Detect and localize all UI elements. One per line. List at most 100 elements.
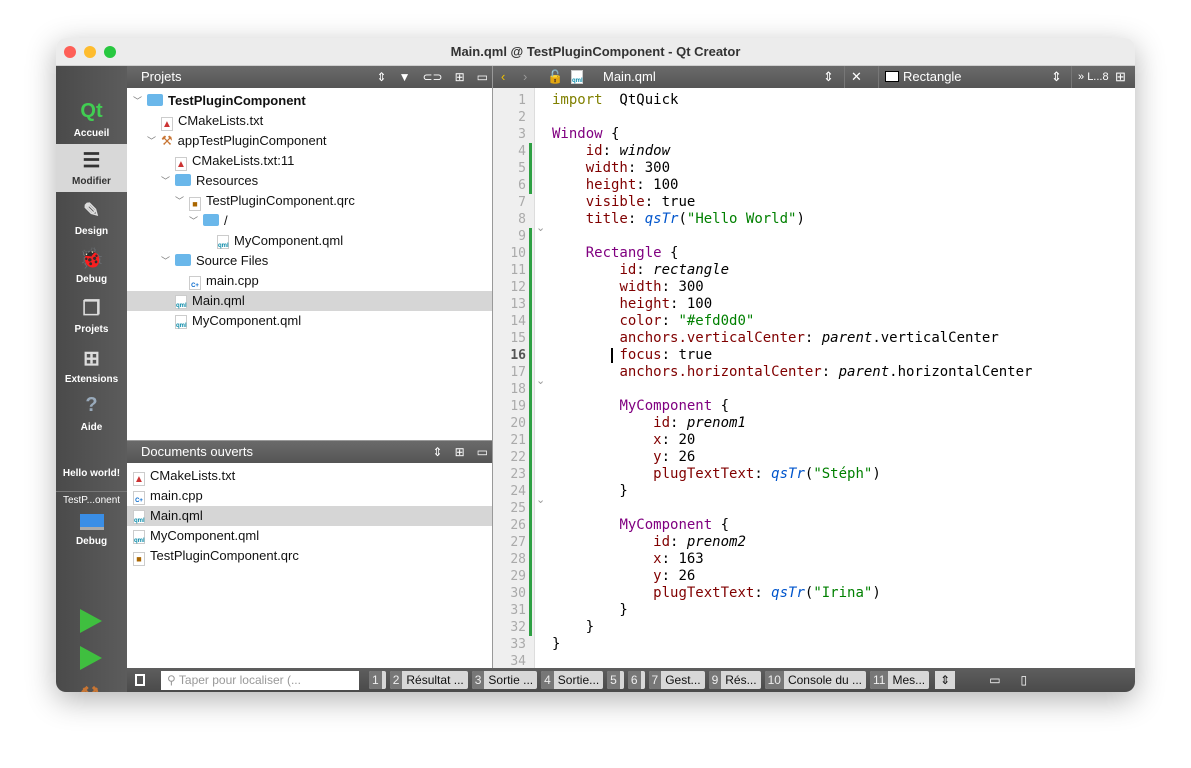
tree-item[interactable]: C+ main.cpp: [127, 271, 492, 291]
progress-toggle-icon[interactable]: ▭: [989, 673, 1000, 687]
projects-folder-icon: ❐: [82, 298, 101, 320]
code-line: MyComponent {: [552, 398, 729, 415]
split-icon[interactable]: ⊞: [455, 441, 465, 463]
mode-label: Modifier: [72, 176, 111, 187]
run-button[interactable]: [80, 609, 102, 633]
tree-item-label: main.cpp: [150, 488, 203, 503]
code-line: color: "#efd0d0": [552, 313, 754, 330]
more-tabs-icon[interactable]: ⇕: [935, 671, 956, 689]
tree-item[interactable]: ﹀ ⚒ appTestPluginComponent: [127, 131, 492, 151]
tree-item[interactable]: ﹀ /: [127, 211, 492, 231]
split-editor-icon[interactable]: ⊞: [1115, 66, 1126, 88]
mode-design[interactable]: ✎ Design: [56, 194, 127, 242]
code-token: {: [661, 245, 679, 261]
tree-item[interactable]: qml Main.qml: [127, 506, 492, 526]
output-tab[interactable]: 2 Résultat ...: [389, 671, 468, 689]
cmake-icon: ▲: [175, 157, 187, 171]
open-documents-pane: Documents ouverts ⇕ ⊞ ▭ ▲ CMakeLists.txt C+ m…: [127, 440, 493, 668]
change-marker: [529, 602, 532, 619]
fold-chevron-icon[interactable]: ⌄: [536, 493, 545, 506]
toggle-sidebar-icon[interactable]: [135, 674, 145, 686]
mode-label: Debug: [75, 274, 108, 285]
mode-extensions[interactable]: ⊞ Extensions: [56, 342, 127, 390]
code-token: }: [552, 619, 595, 635]
code-line: id: prenom2: [552, 534, 746, 551]
file-selector[interactable]: Main.qml: [603, 66, 656, 88]
tree-item[interactable]: ﹀ ■ TestPluginComponent.qrc: [127, 191, 492, 211]
debug-run-button[interactable]: [80, 646, 102, 670]
line-indicator[interactable]: » L...8: [1071, 66, 1109, 88]
forward-icon[interactable]: ›: [523, 66, 527, 88]
symbol-chevron-icon[interactable]: ⇕: [1051, 66, 1062, 88]
tree-item[interactable]: ▲ CMakeLists.txt: [127, 111, 492, 131]
output-tab[interactable]: 7 Gest...: [648, 671, 705, 689]
chevron-down-icon[interactable]: ﹀: [147, 131, 156, 151]
code-area[interactable]: import QtQuick Window { id: window width:…: [552, 88, 1135, 668]
minimize-window-button[interactable]: [84, 46, 96, 58]
chevron-down-icon[interactable]: ﹀: [175, 191, 184, 211]
close-file-icon[interactable]: ✕: [844, 66, 862, 88]
target-selector[interactable]: TestP...onent: [56, 491, 127, 506]
file-chevron-icon[interactable]: ⇕: [823, 66, 834, 88]
tree-item[interactable]: ﹀ Source Files: [127, 251, 492, 271]
line-number: 21: [510, 433, 526, 448]
close-pane-icon[interactable]: ▭: [477, 441, 488, 463]
tree-item[interactable]: ■ TestPluginComponent.qrc: [127, 546, 492, 566]
tree-item[interactable]: ﹀ TestPluginComponent: [127, 91, 492, 111]
mode-bar: Hello world! TestP...onent Debug ⚒ Qt Acc…: [56, 66, 127, 692]
split-icon[interactable]: ⊞: [455, 66, 465, 88]
mode-debug[interactable]: 🐞 Debug: [56, 242, 127, 290]
output-tab[interactable]: 10 Console du ...: [764, 671, 866, 689]
code-token: qsTr: [771, 585, 805, 601]
chevron-down-icon[interactable]: ﹀: [161, 251, 170, 271]
close-window-button[interactable]: [64, 46, 76, 58]
build-button[interactable]: ⚒: [80, 682, 100, 692]
chevron-down-icon[interactable]: ﹀: [189, 211, 198, 231]
locator-input[interactable]: ⚲ Taper pour localiser (...: [161, 670, 359, 690]
back-icon[interactable]: ‹: [501, 66, 505, 88]
mode-projets[interactable]: ❐ Projets: [56, 292, 127, 340]
output-tab[interactable]: 1: [369, 671, 386, 689]
chevron-down-icon[interactable]: ﹀: [161, 171, 170, 191]
output-tab[interactable]: 6: [627, 671, 645, 689]
output-tab[interactable]: 11 Mes...: [870, 671, 930, 689]
tree-item-label: MyComponent.qml: [192, 313, 302, 328]
hammer-icon: ⚒: [80, 682, 100, 692]
change-marker: [529, 500, 532, 517]
symbol-selector[interactable]: Rectangle: [878, 66, 962, 88]
tree-item[interactable]: ﹀ Resources: [127, 171, 492, 191]
zoom-window-button[interactable]: [104, 46, 116, 58]
tree-item[interactable]: qml Main.qml: [127, 291, 492, 311]
tree-item[interactable]: ▲ CMakeLists.txt: [127, 466, 492, 486]
output-tab[interactable]: 9 Rés...: [708, 671, 761, 689]
line-number: 4: [518, 144, 526, 159]
tree-item[interactable]: qml MyComponent.qml: [127, 311, 492, 331]
code-token: id: [653, 534, 671, 550]
line-number: 11: [510, 263, 526, 278]
kit-selector[interactable]: Debug: [56, 514, 127, 547]
tree-item[interactable]: C+ main.cpp: [127, 486, 492, 506]
fold-chevron-icon[interactable]: ⌄: [536, 221, 545, 234]
mode-aide[interactable]: ? Aide: [56, 390, 127, 438]
tree-item[interactable]: qml MyComponent.qml: [127, 231, 492, 251]
chevron-down-icon[interactable]: ﹀: [133, 91, 142, 111]
mode-accueil[interactable]: Qt Accueil: [56, 96, 127, 144]
line-number: 6: [518, 178, 526, 193]
output-tab[interactable]: 3 Sortie ...: [471, 671, 538, 689]
filter-icon[interactable]: ▼: [399, 66, 411, 88]
output-tab[interactable]: 5: [607, 671, 624, 689]
close-pane-icon[interactable]: ▭: [477, 66, 488, 88]
link-icon[interactable]: ⊂⊃: [422, 66, 442, 88]
toggle-right-sidebar-icon[interactable]: ▯: [1021, 673, 1028, 687]
view-select-icon[interactable]: ⇕: [377, 66, 387, 88]
code-token: {: [712, 398, 730, 414]
output-tab[interactable]: 4 Sortie...: [541, 671, 604, 689]
view-select-icon[interactable]: ⇕: [433, 441, 443, 463]
tree-item[interactable]: ▲ CMakeLists.txt:11: [127, 151, 492, 171]
code-token: y: [653, 568, 662, 584]
mode-modifier[interactable]: ☰ Modifier: [56, 144, 127, 192]
tree-item[interactable]: qml MyComponent.qml: [127, 526, 492, 546]
fold-chevron-icon[interactable]: ⌄: [536, 374, 545, 387]
